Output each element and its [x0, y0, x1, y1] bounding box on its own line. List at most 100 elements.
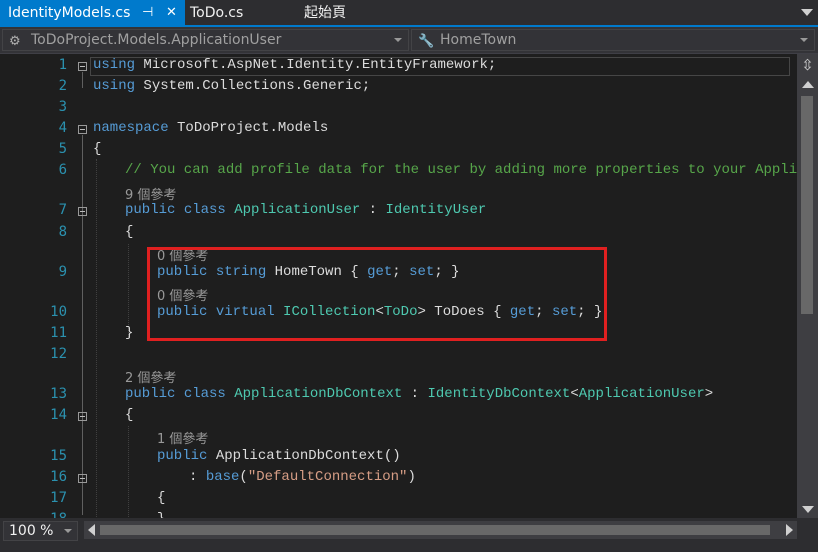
punctuation: )	[407, 469, 416, 485]
collapse-region-icon[interactable]	[78, 474, 87, 483]
code-line: public class ApplicationDbContext : Iden…	[125, 386, 713, 402]
code-line: : base("DefaultConnection")	[189, 469, 416, 485]
class-icon: ⚙	[9, 34, 21, 49]
line-number: 4	[58, 120, 67, 136]
chevron-down-icon	[800, 38, 808, 42]
namespace-name: ToDoProject.Models	[168, 120, 329, 136]
codelens-references[interactable]: 2 個參考	[125, 367, 176, 386]
line-number: 8	[58, 224, 67, 240]
close-icon[interactable]: ✕	[166, 0, 177, 26]
split-window-icon[interactable]: ⇳	[797, 54, 818, 76]
outline-line	[82, 72, 83, 88]
type-name: ApplicationUser	[578, 386, 705, 402]
line-number: 7	[58, 202, 67, 218]
tab-label: IdentityModels.cs	[8, 5, 131, 21]
type-selector-dropdown[interactable]: ⚙ ToDoProject.Models.ApplicationUser	[2, 29, 409, 51]
keyword: public	[125, 386, 176, 402]
code-line: using System.Collections.Generic;	[93, 78, 370, 94]
tab-overflow-dropdown-icon[interactable]	[801, 9, 813, 16]
tab-todo[interactable]: ToDo.cs	[182, 0, 292, 27]
type-selector-value: ToDoProject.Models.ApplicationUser	[31, 32, 282, 48]
scroll-down-icon[interactable]	[802, 506, 814, 513]
line-number: 16	[50, 469, 67, 485]
line-number: 12	[50, 346, 67, 362]
collapse-region-icon[interactable]	[78, 412, 87, 421]
namespace-text: Microsoft.AspNet.Identity.EntityFramewor…	[135, 57, 497, 73]
code-editor[interactable]: 1 2 3 4 5 6 7 8 9 10 11 12 13 14 15 16 1…	[0, 54, 797, 518]
collapse-region-icon[interactable]	[78, 62, 87, 71]
document-tab-bar: IdentityModels.cs ⊣ ✕ ToDo.cs 起始頁	[0, 0, 818, 27]
tab-start-page[interactable]: 起始頁	[296, 0, 386, 27]
line-number: 3	[58, 99, 67, 115]
horizontal-scrollbar[interactable]	[84, 521, 797, 539]
line-number: 6	[58, 162, 67, 178]
chevron-down-icon	[394, 38, 402, 42]
vertical-scroll-thumb[interactable]	[801, 96, 813, 314]
chevron-down-icon	[64, 529, 72, 533]
code-line: using Microsoft.AspNet.Identity.EntityFr…	[93, 57, 496, 73]
keyword: public	[125, 202, 176, 218]
scrollbar-corner	[797, 518, 818, 552]
keyword: base	[205, 469, 240, 485]
string-literal: "DefaultConnection"	[247, 469, 408, 485]
zoom-level-dropdown[interactable]: 100 %	[3, 521, 78, 541]
outline-line	[82, 217, 83, 341]
line-number: 9	[58, 264, 67, 280]
punctuation: :	[189, 469, 206, 485]
punctuation: :	[360, 202, 386, 218]
keyword: class	[183, 386, 226, 402]
navigation-bar: ⚙ ToDoProject.Models.ApplicationUser 🔧 H…	[0, 27, 818, 54]
keyword: using	[93, 57, 136, 73]
line-number: 15	[50, 448, 67, 464]
punctuation: (	[239, 469, 248, 485]
code-line: public ApplicationDbContext()	[157, 448, 401, 464]
line-number: 13	[50, 386, 67, 402]
tab-label: ToDo.cs	[190, 5, 244, 21]
member-selector-value: HomeTown	[440, 32, 517, 48]
codelens-references[interactable]: 1 個參考	[157, 428, 208, 447]
namespace-text: System.Collections.Generic;	[135, 78, 371, 94]
code-line: public class ApplicationUser : IdentityU…	[125, 202, 486, 218]
punctuation: <	[570, 386, 579, 402]
scroll-right-icon[interactable]	[786, 524, 793, 536]
zoom-level-value: 100 %	[9, 523, 54, 539]
line-number: 11	[50, 325, 67, 341]
code-line: {	[93, 141, 102, 157]
code-line: // You can add profile data for the user…	[125, 162, 797, 178]
code-line: {	[125, 224, 134, 240]
line-number: 14	[50, 407, 67, 423]
keyword: namespace	[93, 120, 169, 136]
code-line: }	[125, 325, 134, 341]
type-name: ApplicationUser	[234, 202, 361, 218]
punctuation: >	[704, 386, 714, 402]
code-line: {	[157, 490, 166, 506]
editor-bottom-bar: 100 %	[0, 518, 818, 552]
punctuation: :	[402, 386, 428, 402]
indent-guide	[128, 426, 129, 518]
red-highlight-annotation	[147, 247, 607, 341]
scroll-up-icon[interactable]	[802, 81, 814, 88]
member-selector-dropdown[interactable]: 🔧 HomeTown	[411, 29, 815, 51]
line-number: 18	[0, 511, 67, 518]
indent-guide	[96, 159, 97, 518]
vertical-scrollbar[interactable]: ⇳	[797, 54, 818, 518]
keyword: using	[93, 78, 136, 94]
keyword: class	[183, 202, 226, 218]
comment: // You can add profile data for the user…	[125, 162, 797, 178]
scroll-left-icon[interactable]	[88, 524, 95, 536]
line-number: 5	[58, 141, 67, 157]
code-line: }	[157, 511, 165, 518]
type-name: IdentityDbContext	[427, 386, 571, 402]
collapse-region-icon[interactable]	[78, 125, 87, 134]
method-name: ApplicationDbContext()	[207, 448, 401, 464]
keyword: public	[157, 448, 208, 464]
tab-identitymodels[interactable]: IdentityModels.cs ⊣ ✕	[0, 0, 185, 27]
line-number: 1	[58, 57, 67, 73]
pin-icon[interactable]: ⊣	[142, 0, 153, 26]
codelens-references[interactable]: 9 個參考	[125, 184, 176, 203]
collapse-region-icon[interactable]	[78, 207, 87, 216]
code-line: {	[125, 407, 134, 423]
type-name: ApplicationDbContext	[234, 386, 403, 402]
horizontal-scroll-thumb[interactable]	[100, 525, 770, 535]
line-number: 17	[50, 490, 67, 506]
